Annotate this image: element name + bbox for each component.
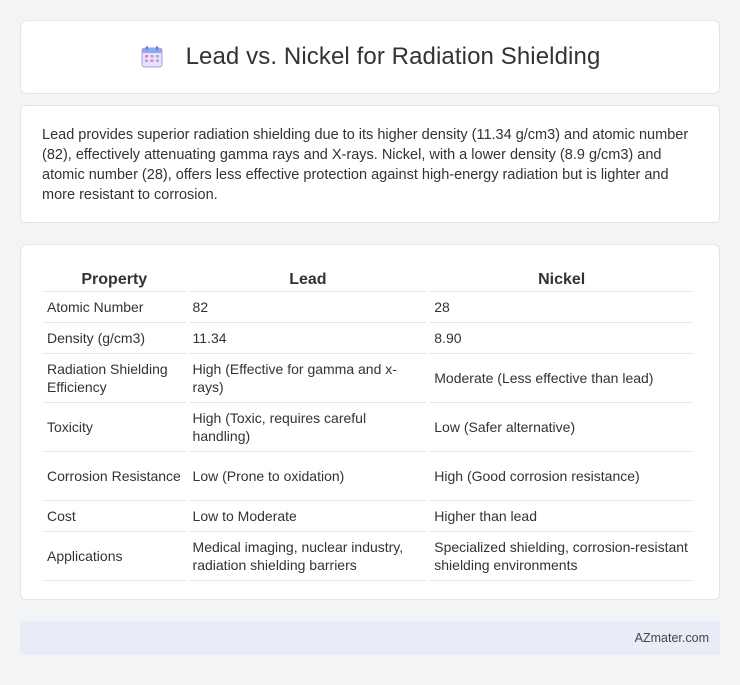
- table-row: Toxicity High (Toxic, requires careful h…: [43, 403, 693, 452]
- cell-property: Radiation Shielding Efficiency: [43, 354, 186, 403]
- comparison-table-card: Property Lead Nickel Atomic Number 82 28…: [20, 244, 720, 600]
- cell-property: Toxicity: [43, 403, 186, 452]
- header-nickel: Nickel: [430, 265, 693, 292]
- table-row: Density (g/cm3) 11.34 8.90: [43, 323, 693, 354]
- summary-text: Lead provides superior radiation shieldi…: [42, 127, 689, 203]
- table-header-row: Property Lead Nickel: [43, 265, 693, 292]
- footer-brand: AZmater.com: [634, 631, 709, 645]
- comparison-table: Property Lead Nickel Atomic Number 82 28…: [40, 265, 696, 581]
- cell-property: Atomic Number: [43, 292, 186, 323]
- table-row: Cost Low to Moderate Higher than lead: [43, 501, 693, 532]
- calendar-icon: [141, 46, 163, 68]
- cell-lead: High (Toxic, requires careful handling): [188, 403, 428, 452]
- table-row: Applications Medical imaging, nuclear in…: [43, 532, 693, 581]
- header-lead: Lead: [188, 265, 428, 292]
- table-row: Radiation Shielding Efficiency High (Eff…: [43, 354, 693, 403]
- cell-nickel: Moderate (Less effective than lead): [430, 354, 693, 403]
- cell-nickel: 8.90: [430, 323, 693, 354]
- cell-nickel: Higher than lead: [430, 501, 693, 532]
- cell-nickel: 28: [430, 292, 693, 323]
- table-row: Atomic Number 82 28: [43, 292, 693, 323]
- cell-lead: Low to Moderate: [188, 501, 428, 532]
- summary-card: Lead provides superior radiation shieldi…: [20, 105, 720, 223]
- cell-lead: 82: [188, 292, 428, 323]
- cell-lead: Medical imaging, nuclear industry, radia…: [188, 532, 428, 581]
- cell-lead: 11.34: [188, 323, 428, 354]
- cell-property: Density (g/cm3): [43, 323, 186, 354]
- cell-property: Cost: [43, 501, 186, 532]
- cell-nickel: Specialized shielding, corrosion-resista…: [430, 532, 693, 581]
- cell-property: Corrosion Resistance: [43, 452, 186, 501]
- header-property: Property: [43, 265, 186, 292]
- title-card: Lead vs. Nickel for Radiation Shielding: [20, 20, 720, 94]
- cell-lead: Low (Prone to oxidation): [188, 452, 428, 501]
- footer: AZmater.com: [20, 621, 720, 655]
- cell-property: Applications: [43, 532, 186, 581]
- page-title: Lead vs. Nickel for Radiation Shielding: [185, 43, 601, 70]
- cell-lead: High (Effective for gamma and x-rays): [188, 354, 428, 403]
- cell-nickel: Low (Safer alternative): [430, 403, 693, 452]
- table-row: Corrosion Resistance Low (Prone to oxida…: [43, 452, 693, 501]
- cell-nickel: High (Good corrosion resistance): [430, 452, 693, 501]
